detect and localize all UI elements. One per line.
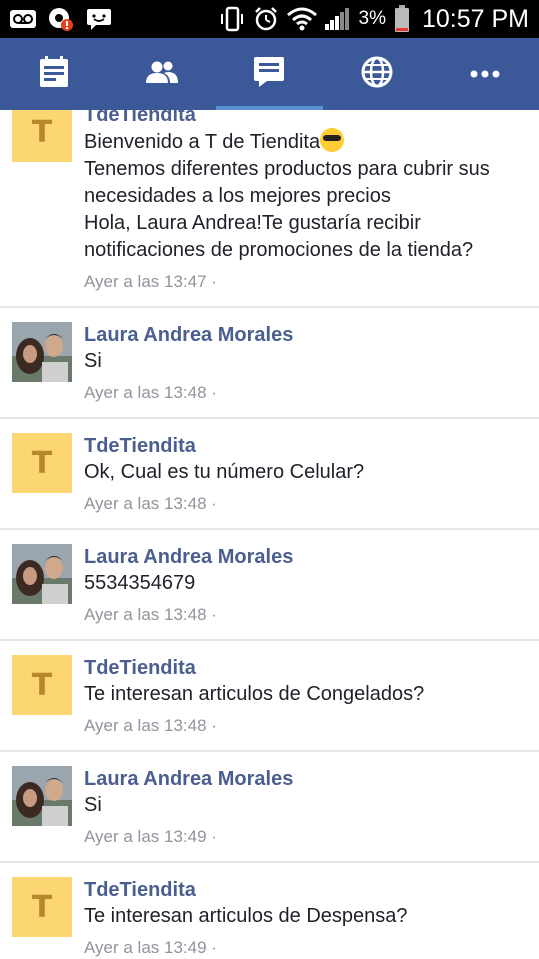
- alarm-icon: [253, 6, 279, 32]
- news-feed-icon: [39, 55, 69, 93]
- tab-friends[interactable]: [108, 38, 216, 110]
- message-item: T TdeTiendita Te interesan articulos de …: [0, 641, 539, 752]
- avatar-letter: T: [31, 889, 53, 925]
- message-timestamp: Ayer a las 13:48 ·: [84, 605, 217, 624]
- message-timestamp: Ayer a las 13:48 ·: [84, 383, 217, 402]
- message-thread[interactable]: T TdeTiendita Bienvenido a T de Tiendita…: [0, 110, 539, 959]
- message-text: Ok, Cual es tu número Celular?: [84, 461, 365, 483]
- tab-messages[interactable]: [215, 38, 324, 110]
- friends-icon: [145, 60, 179, 89]
- message-text-line: Bienvenido a T de Tiendita: [84, 131, 321, 153]
- sunglasses-emoji-icon: [320, 128, 345, 152]
- top-navigation-bar: [0, 38, 539, 110]
- sender-name[interactable]: TdeTiendita: [84, 433, 527, 459]
- message-text: Si: [84, 794, 102, 816]
- message-text: Te interesan articulos de Congelados?: [84, 683, 425, 705]
- avatar[interactable]: T: [12, 110, 72, 162]
- sender-name[interactable]: Laura Andrea Morales: [84, 544, 527, 570]
- messages-icon: [253, 56, 285, 93]
- message-text: 5534354679: [84, 572, 196, 594]
- sender-name[interactable]: TdeTiendita: [84, 655, 527, 681]
- battery-percent: 3%: [358, 8, 386, 29]
- avatar-letter: T: [31, 114, 53, 150]
- avatar[interactable]: T: [12, 433, 72, 493]
- message-timestamp: Ayer a las 13:48 ·: [84, 494, 217, 513]
- avatar[interactable]: [12, 544, 72, 604]
- message-timestamp: Ayer a las 13:49 ·: [84, 938, 217, 957]
- avatar[interactable]: T: [12, 655, 72, 715]
- more-icon: [470, 65, 500, 83]
- message-text: Te interesan articulos de Despensa?: [84, 905, 408, 927]
- message-timestamp: Ayer a las 13:48 ·: [84, 716, 217, 735]
- message-item: T TdeTiendita Te interesan articulos de …: [0, 863, 539, 959]
- globe-icon: [361, 56, 393, 93]
- avatar[interactable]: [12, 322, 72, 382]
- sender-name[interactable]: TdeTiendita: [84, 110, 527, 128]
- sender-name[interactable]: Laura Andrea Morales: [84, 766, 527, 792]
- sender-name[interactable]: Laura Andrea Morales: [84, 322, 527, 348]
- sender-name[interactable]: TdeTiendita: [84, 877, 527, 903]
- signal-icon: [324, 6, 351, 32]
- avatar-letter: T: [31, 445, 53, 481]
- message-text: Bienvenido a T de Tiendita: [84, 128, 527, 156]
- alert-app-icon: [48, 6, 74, 32]
- avatar[interactable]: T: [12, 877, 72, 937]
- voicemail-icon: [10, 9, 36, 29]
- message-text: Tenemos diferentes productos para cubrir…: [84, 158, 490, 261]
- wifi-icon: [286, 7, 317, 31]
- message-timestamp: Ayer a las 13:49 ·: [84, 827, 217, 846]
- message-item: T TdeTiendita Bienvenido a T de Tiendita…: [0, 110, 539, 308]
- message-timestamp: Ayer a las 13:47 ·: [84, 272, 217, 291]
- message-item: T TdeTiendita Ok, Cual es tu número Celu…: [0, 419, 539, 530]
- message-item: Laura Andrea Morales Si Ayer a las 13:48…: [0, 308, 539, 419]
- clock: 10:57 PM: [421, 4, 529, 33]
- chat-notification-icon: [86, 8, 112, 30]
- status-bar: 3% 10:57 PM: [0, 0, 539, 38]
- battery-icon: [394, 5, 410, 33]
- vibrate-icon: [219, 6, 245, 32]
- tab-more[interactable]: [431, 38, 539, 110]
- avatar-letter: T: [31, 667, 53, 703]
- tab-news-feed[interactable]: [0, 38, 108, 110]
- tab-notifications[interactable]: [323, 38, 431, 110]
- message-item: Laura Andrea Morales Si Ayer a las 13:49…: [0, 752, 539, 863]
- avatar[interactable]: [12, 766, 72, 826]
- message-text: Si: [84, 350, 102, 372]
- message-item: Laura Andrea Morales 5534354679 Ayer a l…: [0, 530, 539, 641]
